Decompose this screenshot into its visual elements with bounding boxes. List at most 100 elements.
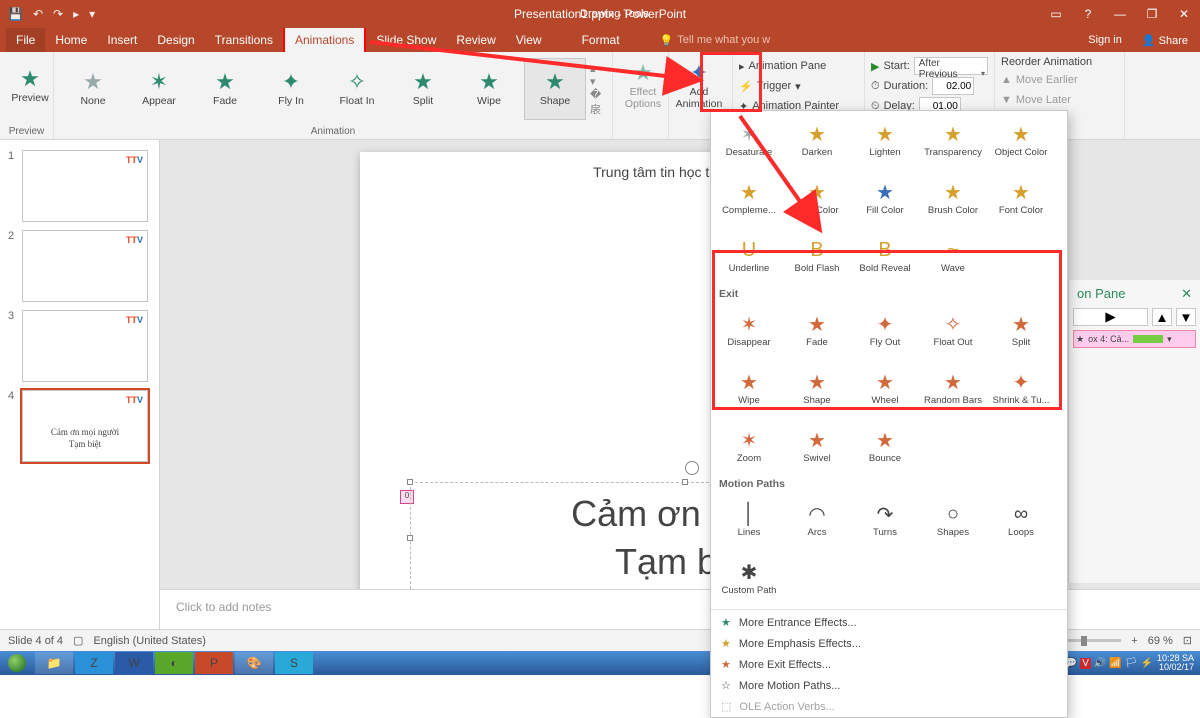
motion-arcs[interactable]: ◠Arcs [783, 491, 851, 549]
thumb-2[interactable]: TTV [22, 230, 148, 302]
pane-play-button[interactable]: ▶ [1073, 308, 1148, 326]
save-icon[interactable]: 💾 [8, 7, 23, 21]
exit-wheel[interactable]: ★Wheel [851, 359, 919, 417]
more-emphasis[interactable]: ★More Emphasis Effects... [711, 633, 1067, 654]
animation-gallery[interactable]: ★None ✶Appear ★Fade ✦Fly In ✧Float In ★S… [60, 54, 606, 124]
more-entrance[interactable]: ★More Entrance Effects... [711, 612, 1067, 633]
tab-animations[interactable]: Animations [283, 26, 366, 52]
start-button[interactable] [0, 651, 34, 675]
tab-view[interactable]: View [506, 28, 552, 52]
motion-turns[interactable]: ↷Turns [851, 491, 919, 549]
maximize-button[interactable]: ❐ [1136, 0, 1168, 28]
anim-none[interactable]: ★None [62, 58, 124, 120]
tab-home[interactable]: Home [45, 28, 97, 52]
redo-icon[interactable]: ↷ [53, 7, 63, 21]
pane-animation-item[interactable]: ★ ox 4: Cả... ▾ [1073, 330, 1196, 348]
anim-floatin[interactable]: ✧Float In [326, 58, 388, 120]
gallery-more-icon[interactable]: �扆 [590, 88, 604, 117]
emph-underline[interactable]: UUnderline [715, 227, 783, 285]
spellcheck-icon[interactable]: ▢ [73, 634, 83, 647]
anim-shape[interactable]: ★Shape [524, 58, 586, 120]
animation-pane-button[interactable]: ▸ Animation Pane [739, 56, 858, 76]
thumb-4[interactable]: TTV Cảm ơn mọi người Tạm biệt [22, 390, 148, 462]
tell-me-search[interactable]: 💡 Tell me what you w [660, 28, 771, 52]
motion-custom[interactable]: ✱Custom Path [715, 549, 783, 607]
exit-zoom[interactable]: ✶Zoom [715, 417, 783, 475]
anim-fade[interactable]: ★Fade [194, 58, 256, 120]
start-dropdown[interactable]: After Previous [914, 57, 988, 75]
move-earlier-button[interactable]: ▲ Move Earlier [1001, 70, 1118, 90]
exit-disappear[interactable]: ✶Disappear [715, 301, 783, 359]
emph-linecolor[interactable]: ★Line Color [783, 169, 851, 227]
start-from-beginning-icon[interactable]: ▸ [73, 7, 79, 21]
undo-icon[interactable]: ↶ [33, 7, 43, 21]
task-skype[interactable]: S [275, 652, 313, 674]
emph-wave[interactable]: ~Wave [919, 227, 987, 285]
qat-more-icon[interactable]: ▾ [89, 7, 95, 21]
tab-design[interactable]: Design [147, 28, 204, 52]
more-motion[interactable]: ☆More Motion Paths... [711, 675, 1067, 696]
pane-close-icon[interactable]: ✕ [1181, 286, 1192, 302]
language-indicator[interactable]: English (United States) [93, 635, 206, 647]
close-button[interactable]: ✕ [1168, 0, 1200, 28]
emph-lighten[interactable]: ★Lighten [851, 111, 919, 169]
pane-move-down[interactable]: ▼ [1176, 308, 1196, 326]
anim-flyin[interactable]: ✦Fly In [260, 58, 322, 120]
slide-thumbnails[interactable]: 1TTV 2TTV 3TTV 4 TTV Cảm ơn mọi người Tạ… [0, 140, 160, 629]
task-explorer[interactable]: 📁 [35, 652, 73, 674]
exit-swivel[interactable]: ★Swivel [783, 417, 851, 475]
pane-move-up[interactable]: ▲ [1152, 308, 1172, 326]
emph-transparency[interactable]: ★Transparency [919, 111, 987, 169]
motion-loops[interactable]: ∞Loops [987, 491, 1055, 549]
motion-lines[interactable]: │Lines [715, 491, 783, 549]
emph-boldreveal[interactable]: BBold Reveal [851, 227, 919, 285]
exit-randombars[interactable]: ★Random Bars [919, 359, 987, 417]
tab-format[interactable]: Format [572, 28, 630, 52]
exit-fade[interactable]: ★Fade [783, 301, 851, 359]
help-icon[interactable]: ? [1072, 0, 1104, 28]
anim-wipe[interactable]: ★Wipe [458, 58, 520, 120]
zoom-in-icon[interactable]: + [1131, 635, 1137, 647]
exit-bounce[interactable]: ★Bounce [851, 417, 919, 475]
effect-options-button[interactable]: ★ Effect Options [619, 54, 667, 118]
tab-insert[interactable]: Insert [97, 28, 147, 52]
anim-appear[interactable]: ✶Appear [128, 58, 190, 120]
exit-wipe[interactable]: ★Wipe [715, 359, 783, 417]
emph-fontcolor[interactable]: ★Font Color [987, 169, 1055, 227]
minimize-button[interactable]: — [1104, 0, 1136, 28]
tray-clock[interactable]: 10:28 SA10/02/17 [1157, 654, 1194, 673]
zoom-level[interactable]: 69 % [1148, 635, 1173, 647]
task-coccoc[interactable]: ◐ [155, 652, 193, 674]
motion-shapes[interactable]: ○Shapes [919, 491, 987, 549]
add-animation-button[interactable]: ✦ Add Animation [675, 54, 723, 118]
move-later-button[interactable]: ▼ Move Later [1001, 90, 1118, 110]
exit-flyout[interactable]: ✦Fly Out [851, 301, 919, 359]
thumb-3[interactable]: TTV [22, 310, 148, 382]
task-paint[interactable]: 🎨 [235, 652, 273, 674]
emph-complementary[interactable]: ★Compleme... [715, 169, 783, 227]
task-zalo[interactable]: Z [75, 652, 113, 674]
gallery-scroll-down-icon[interactable]: ▾ [590, 75, 604, 88]
emph-boldflash[interactable]: BBold Flash [783, 227, 851, 285]
emph-darken[interactable]: ★Darken [783, 111, 851, 169]
more-exit[interactable]: ★More Exit Effects... [711, 654, 1067, 675]
exit-shrinkturn[interactable]: ✦Shrink & Tu... [987, 359, 1055, 417]
task-powerpoint[interactable]: P [195, 652, 233, 674]
sign-in-link[interactable]: Sign in [1088, 34, 1122, 46]
exit-floatout[interactable]: ✧Float Out [919, 301, 987, 359]
ribbon-options-icon[interactable]: ▭ [1040, 0, 1072, 28]
tab-review[interactable]: Review [446, 28, 505, 52]
rotate-handle[interactable] [685, 461, 699, 475]
anim-split[interactable]: ★Split [392, 58, 454, 120]
exit-shape[interactable]: ★Shape [783, 359, 851, 417]
thumb-1[interactable]: TTV [22, 150, 148, 222]
gallery-scroll-up-icon[interactable]: ▴ [590, 62, 604, 75]
emph-brushcolor[interactable]: ★Brush Color [919, 169, 987, 227]
tab-slideshow[interactable]: Slide Show [366, 28, 446, 52]
emph-desaturate[interactable]: ✶Desaturate [715, 111, 783, 169]
share-button[interactable]: 👤 Share [1142, 34, 1188, 47]
tab-transitions[interactable]: Transitions [205, 28, 283, 52]
task-word[interactable]: W [115, 652, 153, 674]
exit-split[interactable]: ★Split [987, 301, 1055, 359]
trigger-button[interactable]: ⚡ Trigger ▾ [739, 76, 858, 96]
